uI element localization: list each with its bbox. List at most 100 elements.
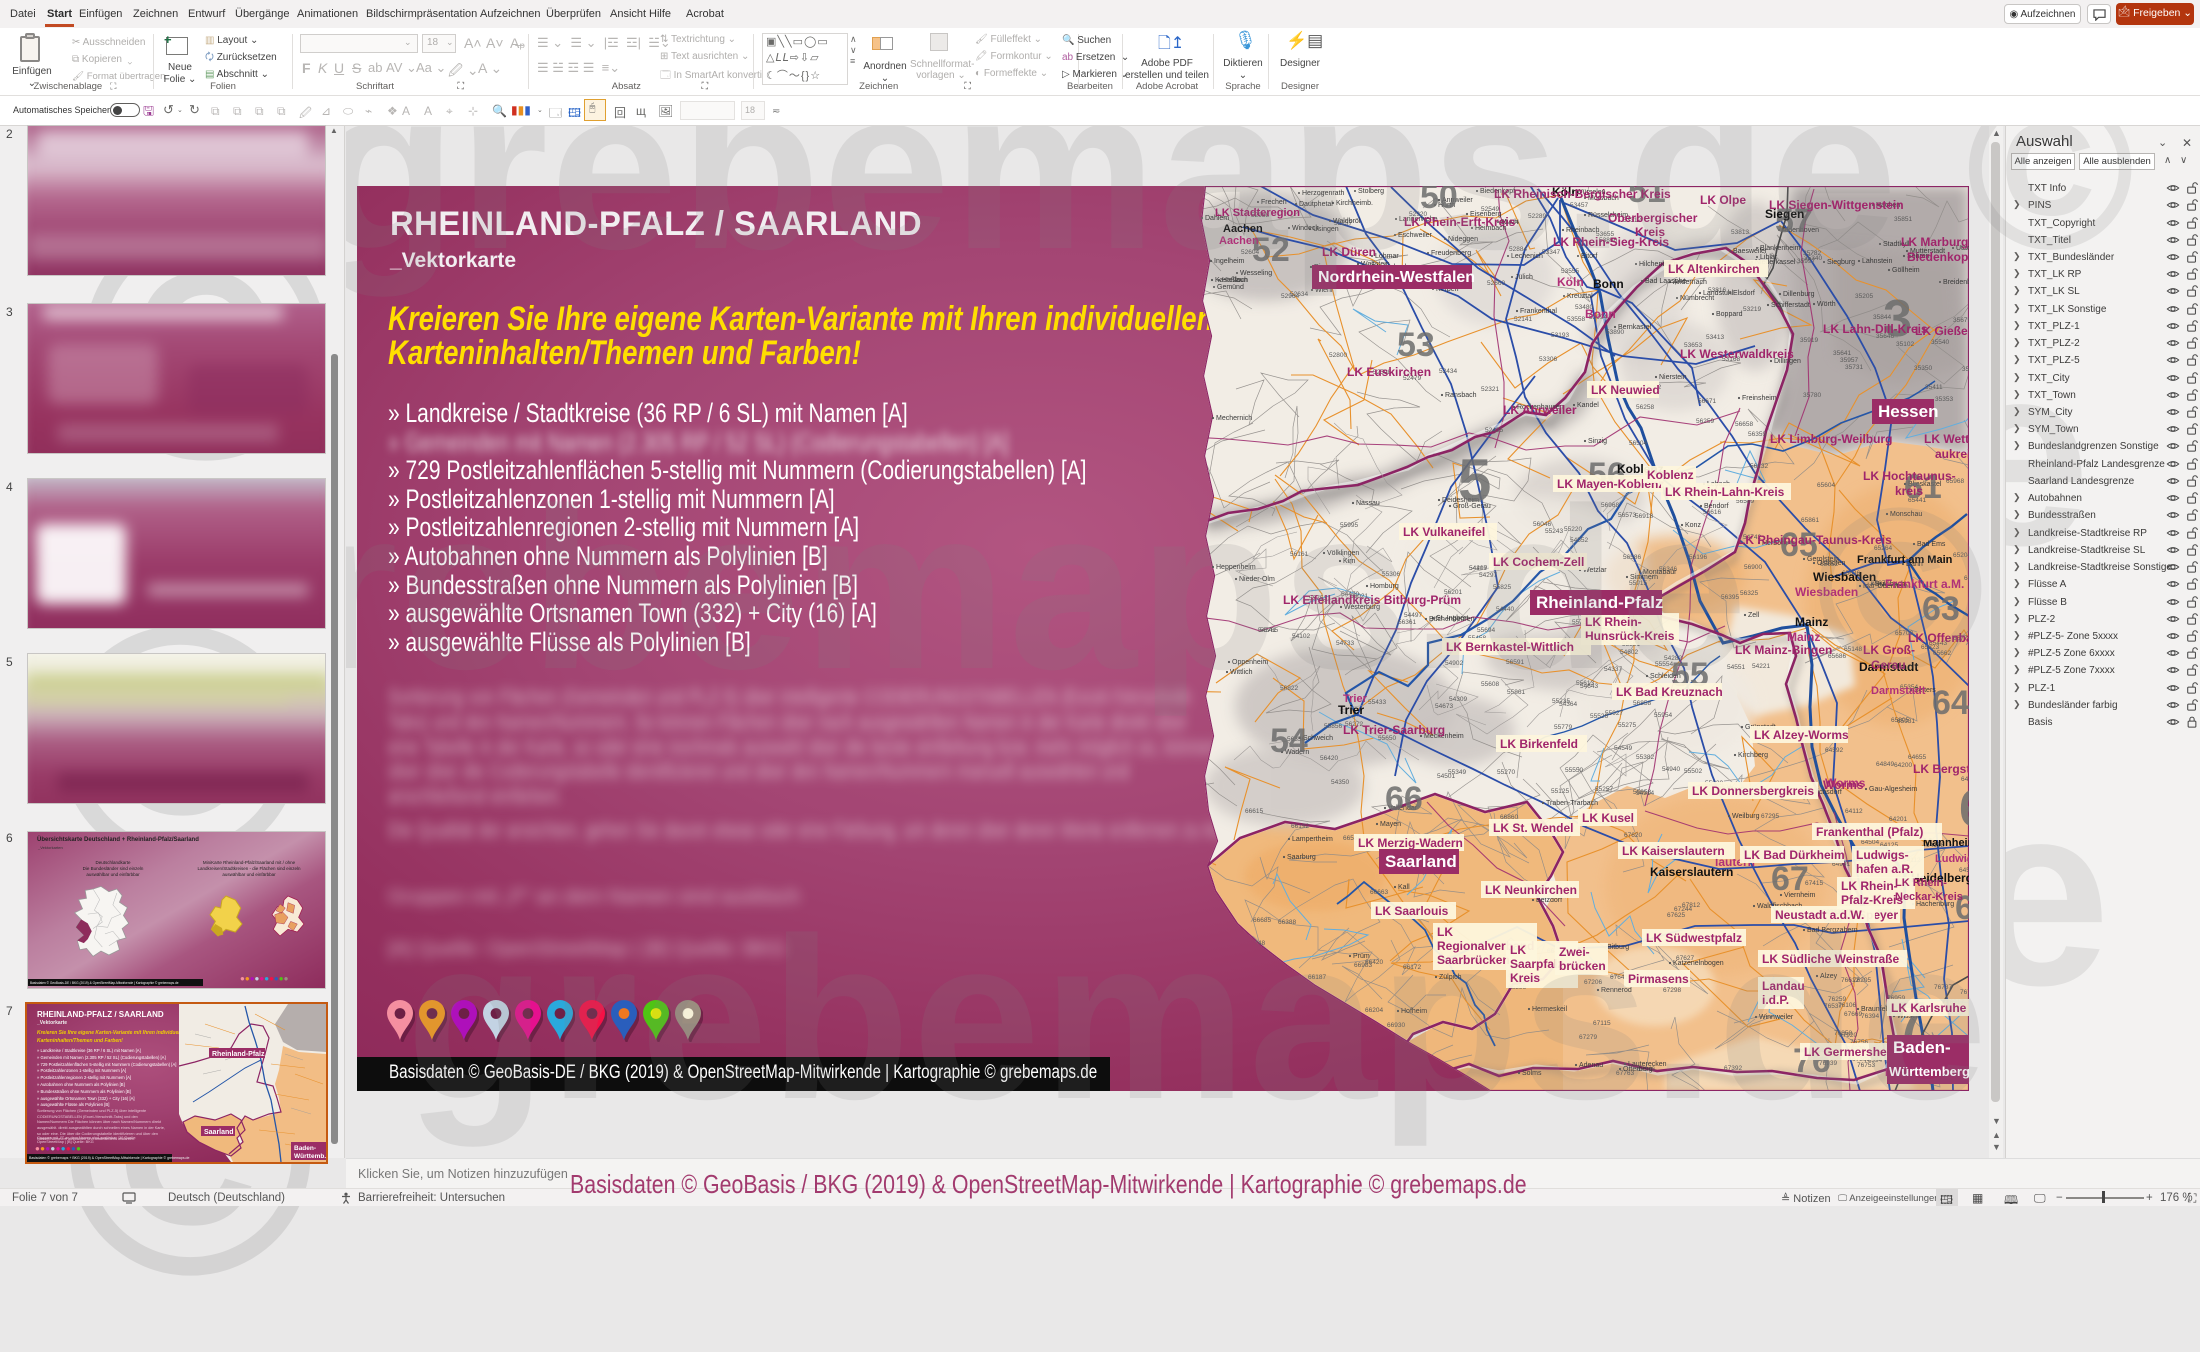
svg-text:Waldbröl: Waldbröl [1333,218,1361,225]
svg-text:55433: 55433 [1368,699,1386,706]
svg-text:Neustadt a.d.W.: Neustadt a.d.W. [1775,908,1864,922]
svg-text:LK Düren: LK Düren [1322,245,1376,259]
svg-text:LK Rhein-Sieg-Kreis: LK Rhein-Sieg-Kreis [1553,235,1669,249]
svg-text:56900: 56900 [1744,564,1762,571]
svg-text:67115: 67115 [1593,1020,1611,1027]
svg-text:55306: 55306 [1382,571,1400,578]
svg-text:66663: 66663 [1370,889,1388,896]
svg-text:67669: 67669 [1844,1011,1862,1018]
svg-text:LK St. Wendel: LK St. Wendel [1493,821,1573,835]
svg-text:55550: 55550 [1565,767,1583,774]
svg-text:35851: 35851 [1894,216,1912,223]
svg-text:Kandel: Kandel [1577,402,1599,409]
svg-text:Ingelheim: Ingelheim [1214,258,1245,265]
svg-text:LK Germersheim: LK Germersheim [1804,1045,1901,1059]
svg-text:56325: 56325 [1740,590,1758,597]
svg-text:56395: 56395 [1721,594,1739,601]
svg-text:67392: 67392 [1724,1065,1742,1072]
svg-text:Sinzig: Sinzig [1588,438,1607,445]
svg-text:Frankfurt am Main: Frankfurt am Main [1857,554,1953,566]
svg-text:50: 50 [1420,186,1458,216]
svg-text:Aachen: Aachen [1223,223,1263,235]
svg-text:LK Olpe: LK Olpe [1700,193,1746,207]
svg-text:Freinsheim: Freinsheim [1742,395,1777,402]
svg-text:LK Kusel: LK Kusel [1582,811,1634,825]
svg-text:Saarbrücken: Saarbrücken [1437,953,1510,967]
svg-text:Dautphetal: Dautphetal [1299,201,1333,208]
svg-text:Trier: Trier [1338,703,1364,717]
svg-text:55856: 55856 [1324,723,1342,730]
svg-text:55526: 55526 [1590,713,1608,720]
svg-text:LK Kaiserslautern: LK Kaiserslautern [1622,844,1725,858]
svg-text:Haßloch: Haßloch [1222,277,1248,284]
svg-text:Bernkastel: Bernkastel [1618,324,1652,331]
svg-text:Hunsrück-Kreis: Hunsrück-Kreis [1585,629,1675,643]
svg-text:52884: 52884 [1509,246,1527,253]
svg-text:52634: 52634 [1290,291,1308,298]
svg-text:56918: 56918 [1635,513,1653,520]
svg-text:63: 63 [1922,590,1960,628]
svg-text:64849: 64849 [1876,761,1894,768]
svg-text:LK Rhein-Lahn-Kreis: LK Rhein-Lahn-Kreis [1665,485,1785,499]
svg-text:LK Siegen-Wittgenstein: LK Siegen-Wittgenstein [1769,198,1904,212]
svg-text:66388: 66388 [1278,919,1296,926]
svg-text:56259: 56259 [1696,418,1714,425]
svg-text:Ransbach: Ransbach [1445,392,1477,399]
svg-text:35782: 35782 [1803,250,1821,257]
svg-text:Betzdorf: Betzdorf [1536,897,1562,904]
svg-text:Zwei-: Zwei- [1559,945,1590,959]
svg-text:hafen a.R.: hafen a.R. [1856,862,1913,876]
svg-text:Baden-: Baden- [294,1145,316,1152]
svg-text:76612: 76612 [1841,977,1859,984]
svg-text:Mayen: Mayen [1380,821,1401,828]
svg-text:66172: 66172 [1403,964,1421,971]
svg-text:LK Neunkirchen: LK Neunkirchen [1485,883,1577,897]
svg-text:Frankenthal: Frankenthal [1520,308,1557,315]
svg-text:55243: 55243 [1545,528,1563,535]
svg-text:Konz: Konz [1685,522,1701,529]
svg-text:LK Neuwied: LK Neuwied [1591,383,1660,397]
svg-text:Eitorf: Eitorf [1581,253,1597,260]
svg-text:Zell: Zell [1748,612,1760,619]
svg-text:LK Karlsruhe: LK Karlsruhe [1891,1001,1967,1015]
svg-text:Gau-Algesheim: Gau-Algesheim [1869,786,1917,793]
svg-text:Bitburg: Bitburg [1607,944,1629,951]
svg-text:LK Bergstraße: LK Bergstraße [1913,762,1969,776]
svg-text:55825: 55825 [1493,584,1511,591]
svg-text:54733: 54733 [1336,640,1354,647]
svg-text:55954: 55954 [1654,712,1672,719]
svg-text:66448: 66448 [1247,940,1265,947]
svg-text:52660: 52660 [1487,280,1505,287]
svg-text:53413: 53413 [1706,334,1724,341]
svg-text:Kirn: Kirn [1343,558,1356,565]
svg-text:35997: 35997 [1797,258,1815,265]
svg-text:54221: 54221 [1752,663,1770,670]
svg-text:LK Mainz-Bingen: LK Mainz-Bingen [1735,643,1832,657]
svg-text:Mainz: Mainz [1787,630,1820,644]
svg-text:Kreis: Kreis [1510,971,1540,985]
svg-text:Rennerod: Rennerod [1601,987,1632,994]
svg-text:56671: 56671 [1698,398,1716,405]
svg-text:56658: 56658 [1735,421,1753,428]
svg-text:52435: 52435 [1485,427,1503,434]
svg-text:Weilburg: Weilburg [1732,813,1760,820]
svg-text:52988: 52988 [1304,186,1322,188]
svg-text:56858: 56858 [1633,700,1651,707]
svg-text:54673: 54673 [1435,703,1453,710]
svg-text:52321: 52321 [1481,386,1499,393]
svg-text:LK Rheinisch-Bergischer Kreis: LK Rheinisch-Bergischer Kreis [1494,187,1671,201]
svg-text:Mainz: Mainz [1795,615,1828,629]
svg-text:56196: 56196 [1689,554,1707,561]
svg-text:55779: 55779 [1554,724,1572,731]
svg-text:53: 53 [1397,326,1435,364]
svg-text:LK: LK [1437,925,1453,939]
svg-text:52800: 52800 [1329,352,1347,359]
svg-text:Jülich: Jülich [1515,274,1533,281]
svg-text:Nideggen: Nideggen [1448,236,1478,243]
svg-text:Ludwigs-: Ludwigs- [1935,853,1969,865]
svg-text:56361: 56361 [1398,619,1416,626]
svg-text:5: 5 [1458,447,1491,514]
svg-text:Alzey: Alzey [1820,973,1838,980]
svg-text:55995: 55995 [1340,522,1358,529]
svg-text:LK Merzig-Wadern: LK Merzig-Wadern [1358,836,1463,850]
